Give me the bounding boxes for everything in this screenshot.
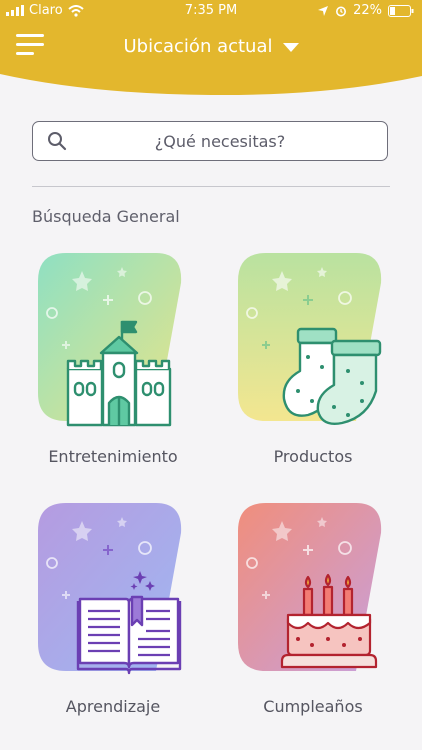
status-bar: Claro 7:35 PM 22% [0, 0, 422, 22]
birthday-cake-icon [280, 573, 378, 669]
battery-icon [388, 4, 414, 17]
alarm-icon [336, 6, 347, 16]
category-label: Aprendizaje [65, 697, 161, 716]
category-card-aprendizaje[interactable]: Aprendizaje [38, 503, 188, 716]
category-label: Cumpleaños [263, 697, 363, 716]
baby-socks-icon [282, 327, 382, 425]
category-label: Productos [273, 447, 353, 466]
location-selector[interactable]: Ubicación actual [0, 36, 422, 57]
section-title: Búsqueda General [32, 207, 180, 226]
search-placeholder: ¿Qué necesitas? [154, 132, 286, 151]
search-input[interactable]: ¿Qué necesitas? [32, 121, 388, 161]
category-card-productos[interactable]: Productos [238, 253, 388, 466]
location-arrow-icon [318, 5, 329, 16]
category-card-entretenimiento[interactable]: Entretenimiento [38, 253, 188, 466]
chevron-down-icon [282, 42, 299, 52]
category-label: Entretenimiento [48, 447, 178, 466]
category-card-cumpleanos[interactable]: Cumpleaños [238, 503, 388, 716]
top-header: Claro 7:35 PM 22% Ubicación actual [0, 0, 422, 96]
castle-icon [66, 320, 172, 427]
divider [32, 186, 390, 187]
location-label: Ubicación actual [123, 36, 273, 57]
battery-percent: 22% [353, 3, 382, 18]
open-book-icon [76, 571, 182, 675]
